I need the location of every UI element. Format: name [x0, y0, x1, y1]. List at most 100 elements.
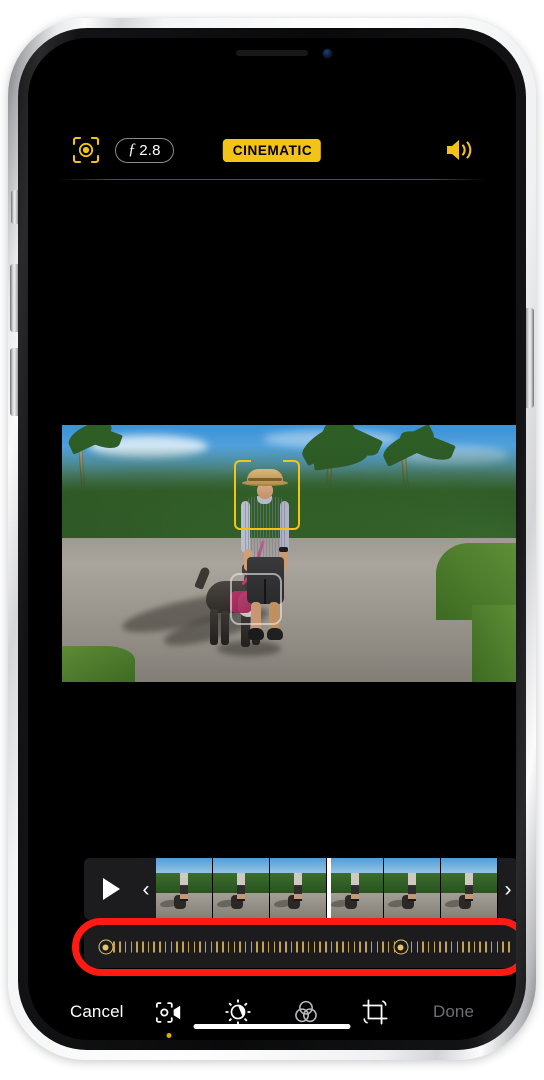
focus-tick: [182, 941, 184, 953]
play-button[interactable]: [84, 858, 136, 920]
bracket-edge: [234, 476, 237, 514]
video-scrubber-filmstrip[interactable]: ‹ ›: [84, 858, 516, 920]
focus-tick: [479, 941, 481, 953]
cinematic-mode-badge: CINEMATIC: [222, 138, 322, 162]
shoe: [248, 628, 264, 640]
focus-tick: [142, 941, 144, 953]
focus-lock-icon[interactable]: [72, 136, 100, 164]
grass-right-lower: [472, 604, 516, 682]
focus-tick: [359, 941, 361, 953]
focus-tick: [279, 941, 281, 953]
focus-tick: [445, 941, 447, 953]
focus-tick: [342, 941, 344, 953]
focus-tick: [410, 941, 413, 953]
focus-tick: [176, 941, 178, 953]
focus-tick-marks: [102, 941, 510, 953]
secondary-focus-box[interactable]: [230, 573, 282, 625]
bracket-corner: [234, 460, 251, 477]
filmstrip-frame[interactable]: [327, 858, 384, 920]
focus-tick: [113, 941, 115, 953]
speaker-wave-icon[interactable]: [444, 137, 474, 163]
focus-tick: [233, 941, 236, 953]
filmstrip-frame[interactable]: [441, 858, 498, 920]
focus-tick: [290, 941, 293, 953]
done-button[interactable]: Done: [433, 1002, 474, 1022]
focus-tick: [353, 941, 356, 953]
focus-tick: [222, 941, 224, 953]
cinematic-top-bar: ƒ 2.8 CINEMATIC: [28, 124, 516, 176]
focus-tick: [347, 941, 350, 953]
focus-tick: [490, 941, 493, 953]
focus-tick: [468, 941, 470, 953]
filmstrip-frame[interactable]: [213, 858, 270, 920]
focus-tick: [433, 941, 436, 953]
filters-circles-icon: [295, 1000, 318, 1023]
power-button[interactable]: [526, 308, 534, 408]
playhead-scrubber[interactable]: [327, 858, 331, 920]
bracket-corner: [283, 513, 300, 530]
focus-tick: [159, 941, 161, 953]
watch: [279, 547, 288, 552]
focus-tick: [473, 941, 476, 953]
focus-tick: [199, 941, 201, 953]
focus-tick: [485, 941, 487, 953]
filmstrip-frames[interactable]: [156, 858, 498, 920]
dog-tail: [194, 566, 211, 590]
focus-tick: [416, 941, 419, 953]
focus-keyframe-marker-2[interactable]: [393, 939, 409, 955]
focus-tick: [422, 941, 424, 953]
focus-points-track[interactable]: [84, 926, 516, 968]
mute-switch-button[interactable]: [11, 190, 18, 224]
aperture-value-pill[interactable]: ƒ 2.8: [115, 137, 174, 163]
focus-tick: [456, 941, 459, 953]
focus-tick: [462, 941, 464, 953]
phone-screen: ƒ 2.8 CINEMATIC ‹ › Cancel Done: [28, 38, 516, 1040]
focus-tick: [496, 941, 499, 953]
editor-toolbar: Cancel Done: [28, 983, 516, 1040]
focus-tick: [427, 941, 430, 953]
focus-tick: [502, 941, 504, 953]
focus-tick: [262, 941, 264, 953]
focus-tick: [508, 941, 510, 953]
focus-tick: [244, 941, 247, 953]
focus-tick: [370, 941, 373, 953]
dog-leg: [221, 611, 229, 645]
play-icon: [103, 878, 120, 900]
bracket-edge: [297, 476, 300, 514]
focus-tick: [210, 941, 213, 953]
trim-handle-right[interactable]: ›: [498, 858, 516, 920]
video-frame-image: [62, 425, 516, 682]
home-indicator[interactable]: [193, 1024, 351, 1029]
cancel-button[interactable]: Cancel: [70, 1002, 124, 1022]
focus-tick: [439, 941, 441, 953]
filmstrip-frame[interactable]: [156, 858, 213, 920]
focus-tick: [250, 941, 253, 953]
bracket-corner: [234, 513, 251, 530]
volume-down-button[interactable]: [10, 348, 18, 416]
focus-tick: [216, 941, 218, 953]
notch: [174, 38, 370, 69]
volume-up-button[interactable]: [10, 264, 18, 332]
focus-tick: [227, 941, 230, 953]
focus-tick: [302, 941, 304, 953]
cinematic-video-tool-button[interactable]: [152, 995, 186, 1038]
crop-tool-button[interactable]: [358, 995, 392, 1029]
focus-tick: [164, 941, 167, 953]
video-preview[interactable]: [62, 425, 516, 682]
focus-tick: [387, 941, 390, 953]
locked-focus-bracket[interactable]: [234, 460, 300, 530]
focus-points-track-area[interactable]: [72, 918, 516, 976]
focus-tick: [365, 941, 367, 953]
adjust-dial-icon: [224, 999, 251, 1025]
focus-tick: [319, 941, 321, 953]
trim-handle-left[interactable]: ‹: [136, 858, 156, 920]
focus-tick: [267, 941, 270, 953]
focus-tick: [336, 941, 338, 953]
filmstrip-frame[interactable]: [384, 858, 441, 920]
filmstrip-frame[interactable]: [270, 858, 327, 920]
focus-tick: [170, 941, 173, 953]
active-tool-indicator: [166, 1033, 172, 1038]
phone-bezel: ƒ 2.8 CINEMATIC ‹ › Cancel Done: [18, 28, 526, 1050]
crop-rotate-icon: [362, 999, 388, 1025]
focus-keyframe-marker-1[interactable]: [98, 939, 114, 955]
